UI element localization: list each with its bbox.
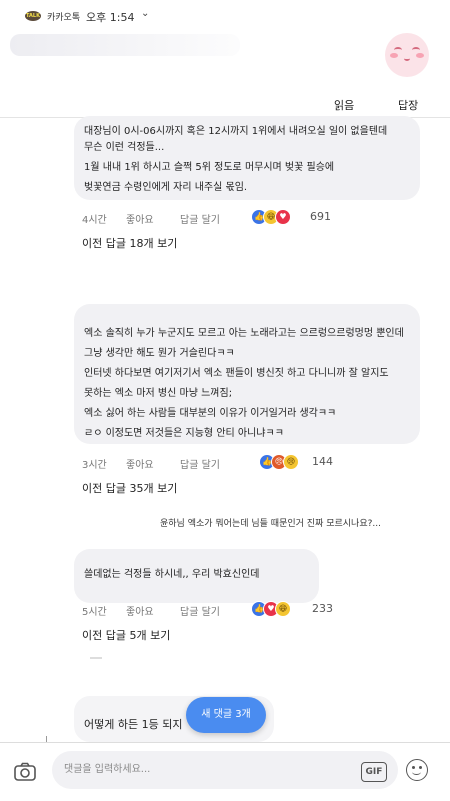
comment-actions: 3시간 좋아요 답글 달기 [82, 456, 422, 472]
gif-icon[interactable]: GIF [361, 762, 387, 782]
app-name: 카카오톡 [47, 13, 81, 23]
reply-button[interactable]: 답글 달기 [180, 603, 220, 618]
partial-comment: 어떻게 하든 1등 되지 [84, 718, 183, 731]
view-previous-replies[interactable]: 이전 답글 18개 보기 [82, 235, 177, 251]
avatar[interactable] [385, 33, 429, 77]
reaction-count: 691 [310, 210, 331, 223]
reaction-count: 233 [312, 602, 333, 615]
tab-read[interactable]: 읽음 [334, 97, 354, 113]
reaction-count: 144 [312, 455, 333, 468]
emoji-icon[interactable] [406, 759, 428, 781]
sad-reaction-icon: 😢 [283, 454, 299, 470]
comment-bubble: 쓸데없는 걱정들 하시네,, 우리 박효신인데 [74, 549, 319, 603]
comment-line: 벚꽃연금 수령인에게 자리 내주실 몫임. [84, 182, 248, 193]
comment-line: 엑소 솔직히 누가 누군지도 모르고 아는 노래라고는 으르렁으르렁멍멍 뿐인데 [84, 328, 404, 339]
chevron-down-icon[interactable]: ⌄ [141, 8, 149, 19]
like-button[interactable]: 좋아요 [126, 456, 154, 471]
like-button[interactable]: 좋아요 [126, 211, 154, 226]
haha-reaction-icon: 😆 [275, 601, 291, 617]
view-previous-replies[interactable]: 이전 답글 5개 보기 [82, 627, 170, 643]
handwritten-note: 윤하님 엑소가 뭐어는데 님들 때문인거 진짜 모르시나요?... [160, 519, 381, 529]
reply-button[interactable]: 답글 달기 [180, 456, 220, 471]
comment-time: 4시간 [82, 215, 107, 226]
view-previous-replies[interactable]: 이전 답글 35개 보기 [82, 480, 177, 496]
comment-time: 3시간 [82, 460, 107, 471]
comment-line: 그냥 생각만 해도 뭔가 거슬린다ㅋㅋ [84, 348, 235, 359]
status-time: 오후 1:54 [86, 11, 135, 24]
love-reaction-icon: ♥ [275, 209, 291, 225]
like-button[interactable]: 좋아요 [126, 603, 154, 618]
comment-bubble: 대장님이 0시-06시까지 혹은 12시까지 1위에서 내려오실 일이 없을텐데… [74, 116, 420, 200]
reactions[interactable]: 👍 😠 😢 [259, 454, 307, 470]
avatar-mouth-icon [404, 56, 410, 61]
comment-line: 못하는 엑소 마저 병신 마냥 느껴짐; [84, 388, 233, 399]
kakaotalk-logo: TALK [25, 11, 41, 21]
comment-time: 5시간 [82, 607, 107, 618]
comment-line: 1월 내내 1위 하시고 슬쩍 5위 정도로 머무시며 벚꽃 필승에 [84, 162, 335, 173]
comment-composer: 댓글을 입력하세요... GIF [0, 742, 450, 801]
avatar-eye-icon [394, 47, 402, 53]
comment-line: 쓸데없는 걱정들 하시네,, 우리 박효신인데 [84, 569, 260, 580]
comment-line: ㄹㅇ 이정도면 저것들은 지능형 안티 아니냐ㅋㅋ [84, 428, 284, 439]
blurred-title [10, 34, 240, 56]
avatar-cheek-icon [390, 53, 398, 58]
chat-header: TALK 카카오톡 오후 1:54 ⌄ 읽음 답장 [0, 0, 450, 118]
new-comments-button[interactable]: 새 댓글 3개 [186, 697, 266, 733]
divider [90, 657, 102, 659]
camera-icon[interactable] [13, 760, 37, 784]
reply-button[interactable]: 답글 달기 [180, 211, 220, 226]
reactions[interactable]: 👍 ♥ 😆 [251, 601, 299, 617]
comment-line: 인터넷 하다보면 여기저기서 엑소 팬들이 병신짓 하고 다니니까 잘 알지도 [84, 368, 389, 379]
comment-input[interactable]: 댓글을 입력하세요... [52, 751, 398, 789]
reactions[interactable]: 👍 😆 ♥ [251, 209, 299, 225]
comment-line: 엑소 싫어 하는 사람들 대부분의 이유가 이거일거라 생각ㅋㅋ [84, 408, 337, 419]
avatar-cheek-icon [416, 53, 424, 58]
tab-reply[interactable]: 답장 [398, 97, 418, 113]
comment-bubble: 엑소 솔직히 누가 누군지도 모르고 아는 노래라고는 으르렁으르렁멍멍 뿐인데… [74, 304, 420, 444]
